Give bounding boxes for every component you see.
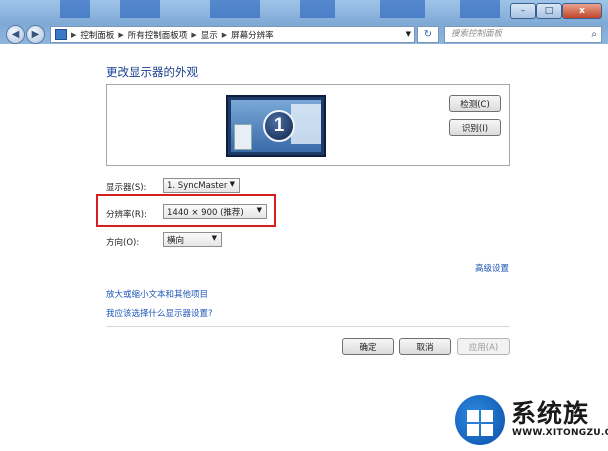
orientation-label: 方向(O):	[106, 238, 140, 248]
maximize-button[interactable]: □	[536, 3, 562, 19]
resolution-value: 1440 × 900 (推荐)	[167, 207, 244, 218]
chevron-right-icon: ▶	[191, 30, 197, 39]
display-label: 显示器(S):	[106, 183, 147, 193]
control-panel-icon	[55, 29, 67, 40]
refresh-button[interactable]: ↻	[417, 26, 439, 43]
resolution-select[interactable]: 1440 × 900 (推荐) ▼	[163, 204, 267, 219]
navigation-bar: ◀ ▶ ▶ 控制面板 ▶ 所有控制面板项 ▶ 显示 ▶ 屏幕分辨率 ▼ ↻ 搜索…	[6, 25, 602, 45]
chevron-right-icon: ▶	[118, 30, 124, 39]
close-button[interactable]: x	[562, 3, 602, 19]
forward-button[interactable]: ▶	[26, 25, 45, 44]
watermark-brand: 系统族	[511, 399, 590, 428]
window-thumbnail	[291, 104, 321, 144]
resolution-label: 分辨率(R):	[106, 210, 147, 220]
apply-button[interactable]: 应用(A)	[457, 338, 510, 355]
chevron-down-icon: ▼	[211, 234, 217, 242]
monitor-icon[interactable]: 1	[226, 95, 326, 157]
advanced-settings-link[interactable]: 高级设置	[475, 262, 509, 274]
display-settings-help-link[interactable]: 我应该选择什么显示器设置?	[106, 307, 213, 319]
cancel-button[interactable]: 取消	[399, 338, 451, 355]
title-bar: – □ x ◀ ▶ ▶ 控制面板 ▶ 所有控制面板项 ▶ 显示 ▶ 屏幕分辨率 …	[0, 0, 608, 44]
divider	[106, 326, 510, 327]
detect-button[interactable]: 检测(C)	[449, 95, 501, 112]
orientation-select[interactable]: 横向 ▼	[163, 232, 222, 247]
address-bar[interactable]: ▶ 控制面板 ▶ 所有控制面板项 ▶ 显示 ▶ 屏幕分辨率 ▼	[50, 26, 415, 43]
display-value: 1. SyncMaster	[167, 180, 228, 191]
taskbar-thumb	[380, 0, 425, 18]
page-title: 更改显示器的外观	[106, 65, 198, 79]
taskbar-thumb	[210, 0, 260, 18]
taskbar-thumb	[60, 0, 90, 18]
breadcrumb-item[interactable]: 控制面板	[80, 29, 114, 41]
watermark-url: WWW.XITONGZU.COM	[512, 428, 608, 438]
window-controls: – □ x	[510, 3, 602, 19]
chevron-down-icon: ▼	[256, 206, 262, 214]
search-icon[interactable]: ⌕	[591, 27, 597, 42]
watermark-logo: 系统族 WWW.XITONGZU.COM	[455, 392, 608, 448]
chevron-down-icon: ▼	[229, 180, 235, 188]
window-thumbnail	[234, 124, 252, 150]
breadcrumb-item[interactable]: 屏幕分辨率	[231, 29, 274, 41]
taskbar-thumb	[120, 0, 160, 18]
chevron-right-icon: ▶	[71, 30, 77, 39]
minimize-button[interactable]: –	[510, 3, 536, 19]
breadcrumb-item[interactable]: 所有控制面板项	[128, 29, 188, 41]
ok-button[interactable]: 确定	[342, 338, 394, 355]
chevron-right-icon: ▶	[221, 30, 228, 39]
search-placeholder: 搜索控制面板	[451, 29, 503, 39]
windows-flag-icon	[467, 410, 493, 436]
breadcrumb-item[interactable]: 显示	[201, 29, 218, 41]
monitor-preview: 1 检测(C) 识别(I)	[106, 84, 510, 166]
search-input[interactable]: 搜索控制面板 ⌕	[444, 26, 602, 43]
orientation-value: 横向	[167, 235, 185, 246]
chevron-down-icon[interactable]: ▼	[406, 30, 411, 38]
refresh-icon: ↻	[423, 29, 433, 40]
monitor-number-badge: 1	[263, 110, 295, 142]
windows-logo-icon	[455, 395, 505, 445]
taskbar-thumb	[460, 0, 500, 18]
monitor-screen: 1	[231, 100, 321, 152]
back-button[interactable]: ◀	[6, 25, 25, 44]
display-select[interactable]: 1. SyncMaster ▼	[163, 178, 240, 193]
identify-button[interactable]: 识别(I)	[449, 119, 501, 136]
taskbar-thumb	[300, 0, 335, 18]
text-size-link[interactable]: 放大或缩小文本和其他项目	[106, 288, 208, 300]
